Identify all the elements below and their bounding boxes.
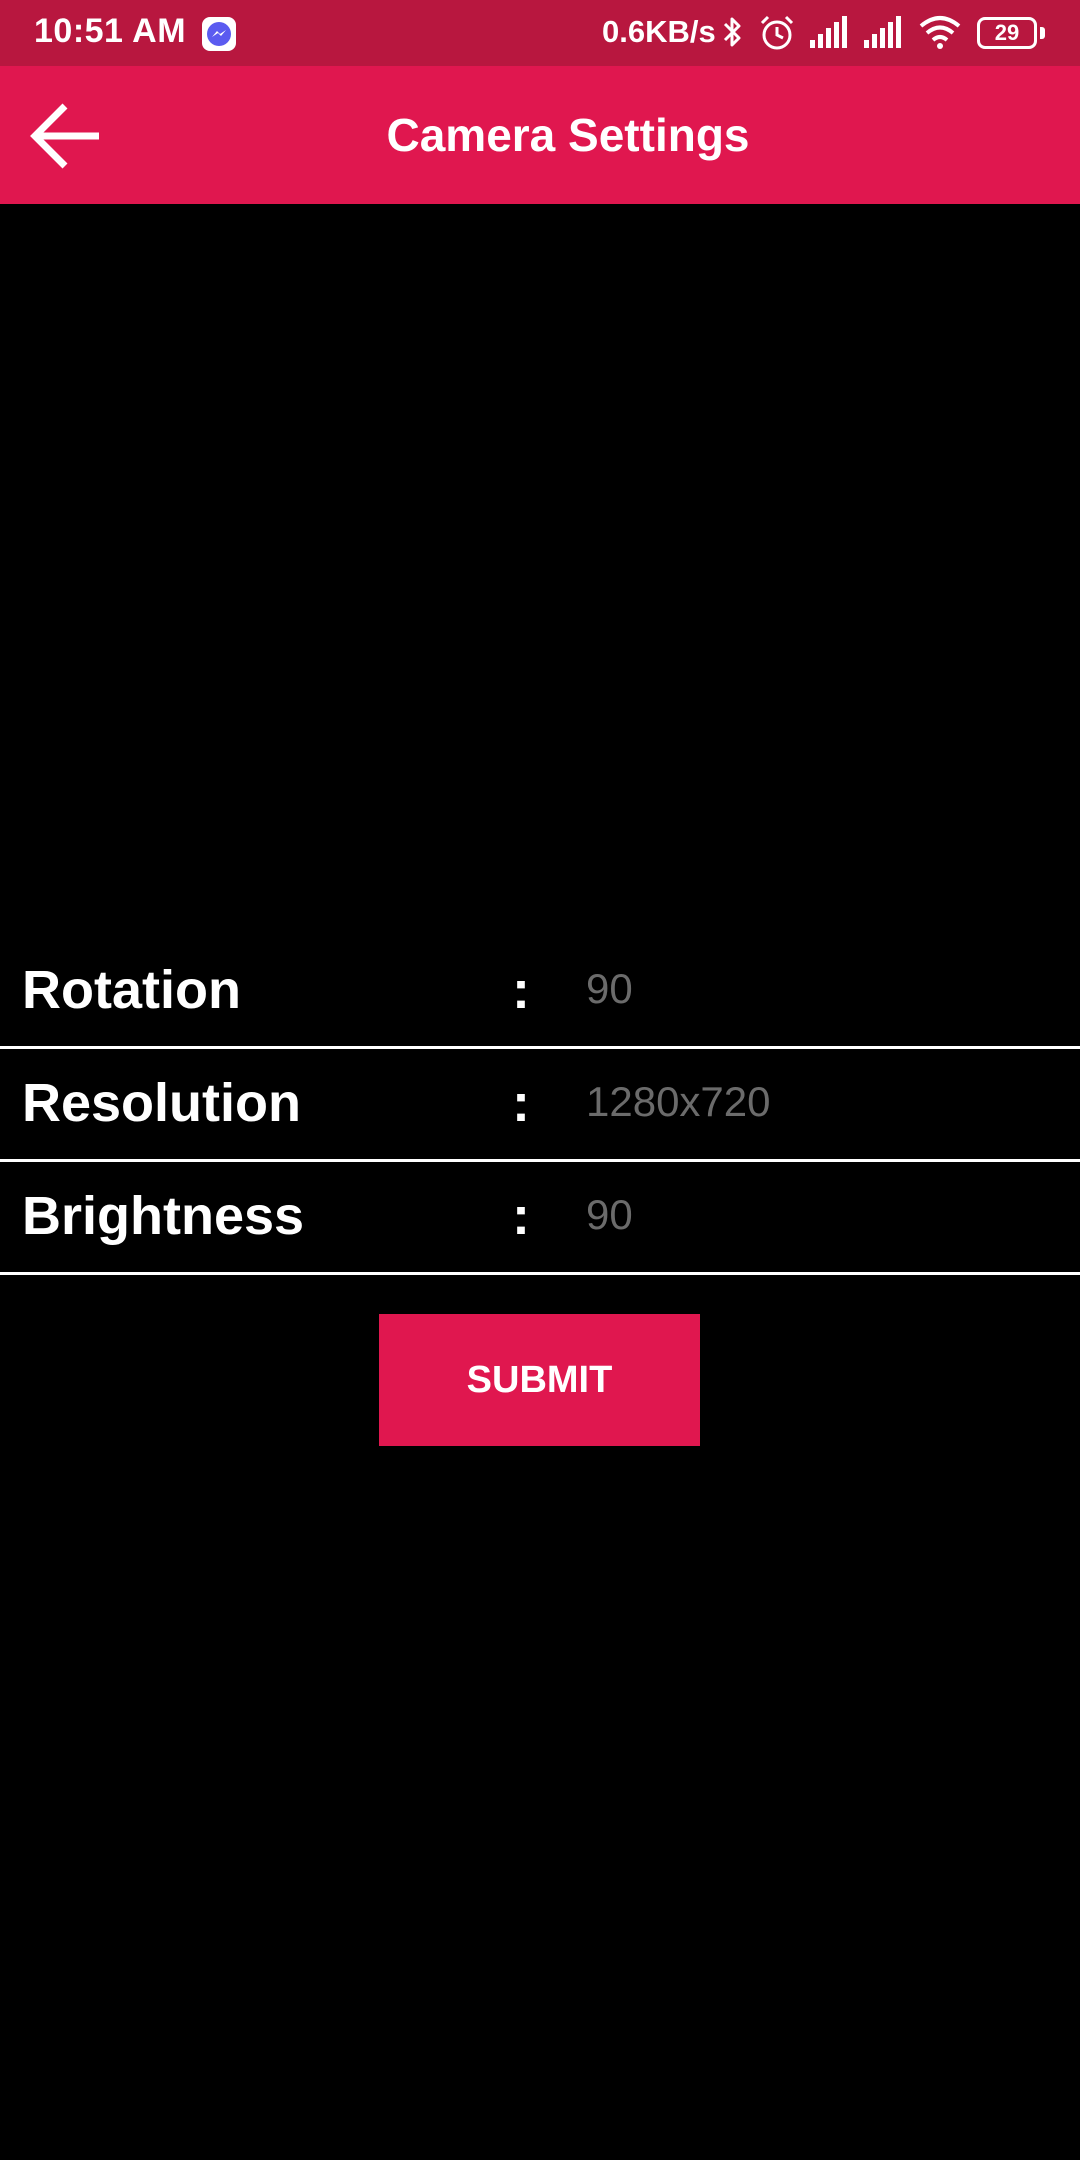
rotation-input[interactable]: [586, 959, 1066, 1019]
status-bar: 10:51 AM 0.6KB/s 29: [0, 0, 1080, 66]
status-time: 10:51 AM: [34, 12, 187, 50]
wifi-icon: [919, 16, 961, 49]
brightness-separator: :: [512, 1186, 530, 1246]
submit-button[interactable]: SUBMIT: [379, 1314, 700, 1446]
page-title: Camera Settings: [386, 109, 750, 161]
messenger-icon: [202, 17, 236, 51]
resolution-separator: :: [512, 1073, 530, 1133]
signal-icon: [864, 16, 901, 48]
resolution-input[interactable]: [586, 1072, 1066, 1132]
settings-row-rotation: Rotation :: [0, 935, 1080, 1049]
alarm-icon: [760, 15, 794, 50]
settings-row-resolution: Resolution :: [0, 1048, 1080, 1162]
brightness-input[interactable]: [586, 1185, 1066, 1245]
bluetooth-icon: [723, 17, 741, 47]
battery-icon: 29: [977, 17, 1037, 49]
network-speed: 0.6KB/s: [602, 14, 716, 49]
battery-tip: [1040, 27, 1045, 39]
signal-icon: [810, 16, 847, 48]
settings-row-brightness: Brightness :: [0, 1161, 1080, 1275]
resolution-label: Resolution: [22, 1073, 301, 1133]
app-bar: Camera Settings: [0, 66, 1080, 204]
brightness-label: Brightness: [22, 1186, 305, 1246]
rotation-label: Rotation: [22, 960, 241, 1020]
rotation-separator: :: [512, 960, 530, 1020]
